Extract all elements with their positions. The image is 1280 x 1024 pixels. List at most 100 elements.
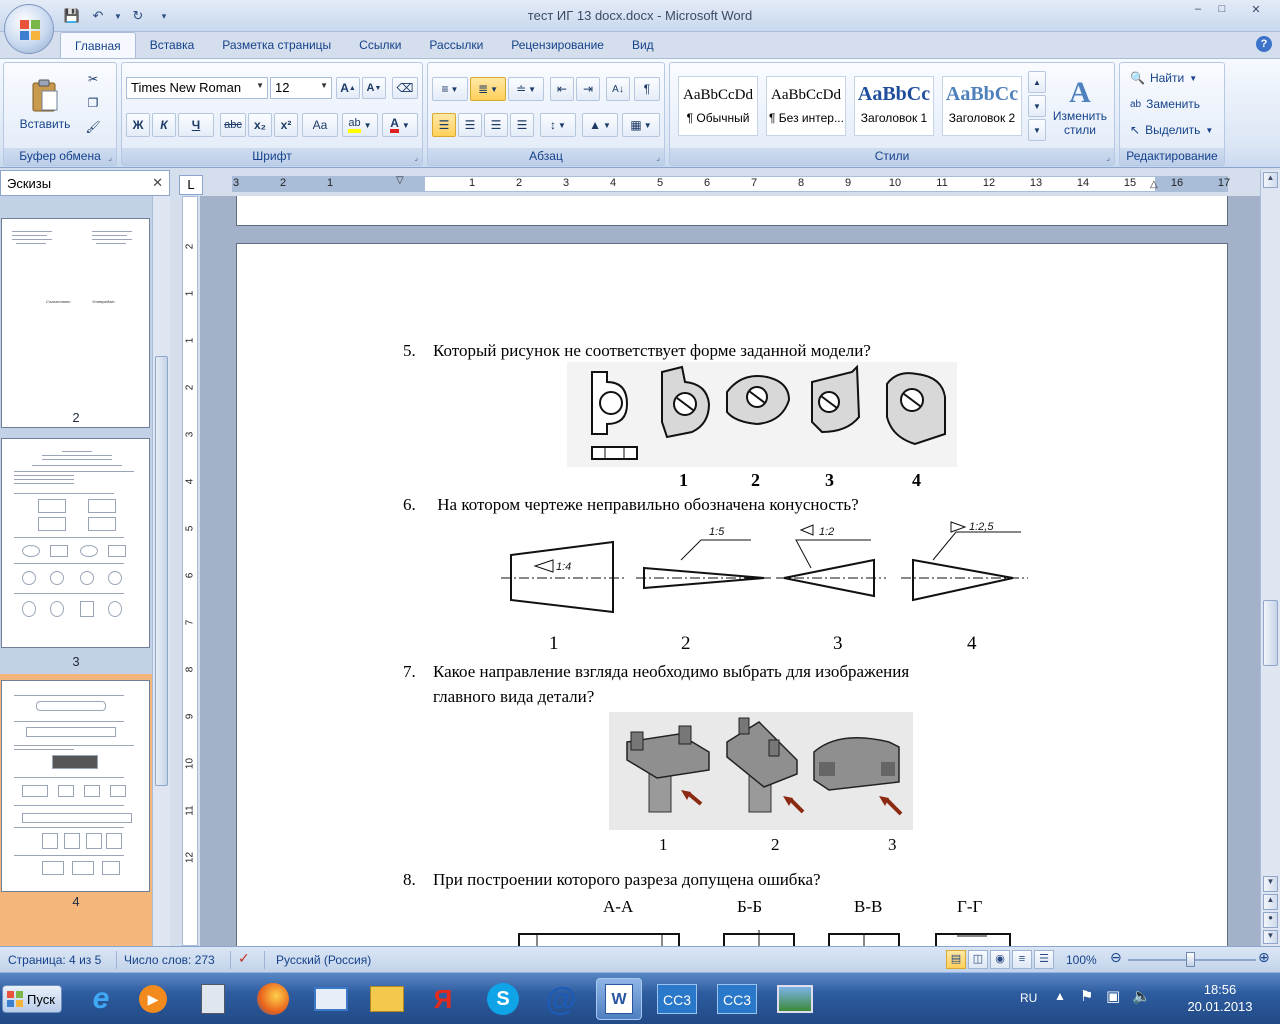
line-spacing-button[interactable]: ↕ ▼ bbox=[540, 113, 576, 137]
explorer-folder-icon[interactable] bbox=[364, 978, 410, 1020]
indent-marker-icon[interactable]: ▽ bbox=[396, 175, 404, 186]
right-indent-marker-icon[interactable]: △ bbox=[1150, 179, 1158, 190]
thumbnail-page-4[interactable]: 4 bbox=[0, 674, 152, 946]
align-left-button[interactable]: ☰ bbox=[432, 113, 456, 137]
tab-home[interactable]: Главная bbox=[60, 32, 136, 58]
spelling-check-icon[interactable]: ✓ bbox=[238, 950, 250, 967]
close-button[interactable]: ✕ bbox=[1234, 0, 1278, 18]
multilevel-list-button[interactable]: ≐ ▼ bbox=[508, 77, 544, 101]
superscript-button[interactable]: x² bbox=[274, 113, 298, 137]
scroll-thumb[interactable] bbox=[155, 356, 168, 786]
numbering-button[interactable]: ≣ ▼ bbox=[470, 77, 506, 101]
thumbnails-list[interactable]: Согласовано Утверждаю 2 3 4 bbox=[0, 196, 152, 946]
clear-format-button[interactable]: ⌫ bbox=[392, 77, 418, 99]
keyboard-language[interactable]: RU bbox=[1020, 991, 1037, 1005]
bold-button[interactable]: Ж bbox=[126, 113, 150, 137]
next-page-button[interactable]: ▼ bbox=[1263, 930, 1278, 944]
borders-button[interactable]: ▦ ▼ bbox=[622, 113, 660, 137]
paste-button[interactable]: Вставить bbox=[10, 67, 80, 143]
clipboard-launcher-icon[interactable]: ⌟ bbox=[108, 153, 112, 162]
font-color-button[interactable]: A ▼ bbox=[382, 113, 418, 137]
media-player-icon[interactable]: ▶ bbox=[130, 978, 176, 1020]
action-center-flag-icon[interactable]: ⚑ bbox=[1080, 987, 1093, 1005]
page-indicator[interactable]: Страница: 4 из 5 bbox=[8, 953, 101, 967]
style-heading-2[interactable]: AaBbCc Заголовок 2 bbox=[942, 76, 1022, 136]
select-browse-object-button[interactable]: ● bbox=[1263, 912, 1278, 928]
firefox-icon[interactable] bbox=[250, 978, 296, 1020]
ie-icon[interactable]: e bbox=[78, 978, 124, 1020]
help-icon[interactable]: ? bbox=[1256, 36, 1272, 52]
cc3-app-2[interactable]: CC3 bbox=[714, 978, 760, 1020]
format-painter-icon[interactable]: 🖌 bbox=[82, 117, 104, 137]
clock[interactable]: 18:56 20.01.2013 bbox=[1170, 981, 1270, 1015]
tab-insert[interactable]: Вставка bbox=[136, 32, 209, 58]
document-scrollbar[interactable]: ▲ ▼ ▲ ● ▼ bbox=[1260, 170, 1280, 946]
replace-button[interactable]: ab Заменить bbox=[1130, 97, 1200, 111]
office-button[interactable] bbox=[4, 4, 54, 54]
scroll-down-button[interactable]: ▼ bbox=[1263, 876, 1278, 892]
change-case-button[interactable]: Aa bbox=[302, 113, 338, 137]
view-outline-button[interactable]: ≡ bbox=[1012, 950, 1032, 969]
view-full-screen-button[interactable]: ◫ bbox=[968, 950, 988, 969]
calculator-icon[interactable] bbox=[190, 978, 236, 1020]
tab-page-layout[interactable]: Разметка страницы bbox=[208, 32, 345, 58]
copy-icon[interactable]: ❐ bbox=[82, 93, 104, 113]
zoom-in-button[interactable]: ⊕ bbox=[1258, 949, 1270, 966]
tab-mailings[interactable]: Рассылки bbox=[415, 32, 497, 58]
horizontal-ruler[interactable]: 3 2 1 1 2 3 4 5 6 7 8 9 10 11 12 13 14 15 16 17 ▽ △ bbox=[232, 175, 1230, 192]
justify-button[interactable]: ☰ bbox=[510, 113, 534, 137]
paragraph-launcher-icon[interactable]: ⌟ bbox=[656, 153, 660, 162]
shrink-font-button[interactable]: A ▼ bbox=[362, 77, 386, 99]
font-launcher-icon[interactable]: ⌟ bbox=[414, 153, 418, 162]
zoom-slider-thumb[interactable] bbox=[1186, 952, 1195, 967]
volume-icon[interactable]: 🔈 bbox=[1132, 987, 1151, 1005]
bullets-button[interactable]: ≡ ▼ bbox=[432, 77, 468, 101]
strikethrough-button[interactable]: abc bbox=[220, 113, 246, 137]
skype-icon[interactable]: S bbox=[480, 978, 526, 1020]
view-web-layout-button[interactable]: ◉ bbox=[990, 950, 1010, 969]
highlight-button[interactable]: ab ▼ bbox=[342, 113, 378, 137]
network-icon[interactable]: ▣ bbox=[1106, 987, 1120, 1005]
shading-button[interactable]: ▲ ▼ bbox=[582, 113, 618, 137]
maximize-button[interactable]: □ bbox=[1210, 0, 1234, 18]
align-center-button[interactable]: ☰ bbox=[458, 113, 482, 137]
minimize-button[interactable]: – bbox=[1186, 0, 1210, 18]
thumbnail-page-2[interactable]: Согласовано Утверждаю 2 bbox=[0, 196, 152, 436]
at-mail-icon[interactable]: @ bbox=[538, 978, 584, 1020]
thumbnail-page-3[interactable]: 3 bbox=[0, 438, 152, 678]
zoom-out-button[interactable]: ⊖ bbox=[1110, 949, 1122, 966]
styles-scroll-up[interactable]: ▲ bbox=[1028, 71, 1046, 93]
tray-expand-icon[interactable]: ▲ bbox=[1054, 989, 1066, 1003]
yandex-icon[interactable]: Я bbox=[420, 978, 466, 1020]
grow-font-button[interactable]: A ▲ bbox=[336, 77, 360, 99]
start-button[interactable]: Пуск bbox=[2, 985, 62, 1013]
subscript-button[interactable]: x₂ bbox=[248, 113, 272, 137]
language-indicator[interactable]: Русский (Россия) bbox=[276, 953, 371, 967]
previous-page-button[interactable]: ▲ bbox=[1263, 894, 1278, 910]
sort-button[interactable]: A↓ bbox=[606, 77, 630, 101]
style-heading-1[interactable]: AaBbCc Заголовок 1 bbox=[854, 76, 934, 136]
word-count[interactable]: Число слов: 273 bbox=[124, 953, 215, 967]
italic-button[interactable]: К bbox=[152, 113, 176, 137]
thumbnails-scrollbar[interactable] bbox=[152, 196, 170, 946]
scroll-up-button[interactable]: ▲ bbox=[1263, 172, 1278, 188]
vertical-ruler[interactable]: 2 1 1 2 3 4 5 6 7 8 9 10 11 12 bbox=[182, 196, 198, 946]
font-size-combo[interactable]: 12 ▼ bbox=[270, 77, 332, 99]
cc3-app-1[interactable]: CC3 bbox=[654, 978, 700, 1020]
tab-review[interactable]: Рецензирование bbox=[497, 32, 618, 58]
document-area[interactable]: 5. Который рисунок не соответствует форме… bbox=[200, 196, 1260, 946]
cut-icon[interactable]: ✂ bbox=[82, 69, 104, 89]
close-icon[interactable]: ✕ bbox=[152, 175, 163, 191]
styles-launcher-icon[interactable]: ⌟ bbox=[1106, 153, 1110, 162]
style-normal[interactable]: AaBbCcDd ¶ Обычный bbox=[678, 76, 758, 136]
scroll-thumb[interactable] bbox=[1263, 600, 1278, 666]
tab-selector[interactable]: L bbox=[179, 175, 203, 195]
change-styles-button[interactable]: A Изменить стили bbox=[1050, 69, 1110, 145]
tab-references[interactable]: Ссылки bbox=[345, 32, 415, 58]
find-button[interactable]: 🔍 Найти ▼ bbox=[1130, 71, 1197, 85]
view-draft-button[interactable]: ☰ bbox=[1034, 950, 1054, 969]
font-family-combo[interactable]: Times New Roman ▼ bbox=[126, 77, 268, 99]
underline-button[interactable]: Ч bbox=[178, 113, 214, 137]
word-taskbar-icon[interactable]: W bbox=[596, 978, 642, 1020]
select-button[interactable]: ↖ Выделить ▼ bbox=[1130, 123, 1213, 137]
